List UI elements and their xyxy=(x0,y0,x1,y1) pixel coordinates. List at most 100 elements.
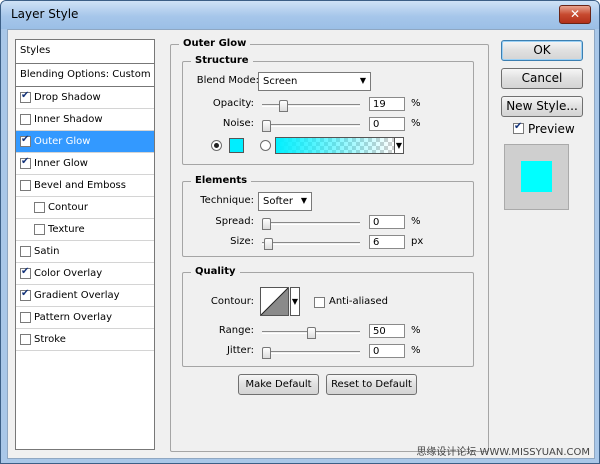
style-item-label: Texture xyxy=(48,224,85,235)
style-item[interactable]: Contour xyxy=(16,197,154,219)
jitter-slider[interactable] xyxy=(262,347,360,359)
styles-header-label: Styles xyxy=(20,45,51,56)
style-item-checkbox[interactable] xyxy=(20,180,31,191)
style-item-checkbox[interactable] xyxy=(20,334,31,345)
style-item-checkbox[interactable] xyxy=(20,156,31,169)
size-unit: px xyxy=(411,236,424,247)
style-item-checkbox[interactable] xyxy=(20,288,31,301)
close-button[interactable]: ✕ xyxy=(559,5,591,24)
noise-field[interactable]: 0 xyxy=(369,117,405,131)
blending-options-label: Blending Options: Custom xyxy=(20,69,151,80)
contour-label: Contour: xyxy=(210,296,254,307)
chevron-down-icon: ▼ xyxy=(300,196,307,205)
style-item-checkbox[interactable] xyxy=(34,202,45,213)
chevron-down-icon: ▼ xyxy=(359,76,366,85)
style-item-label: Satin xyxy=(34,246,60,257)
style-item[interactable]: Texture xyxy=(16,219,154,241)
size-slider[interactable] xyxy=(262,238,360,250)
style-item-checkbox[interactable] xyxy=(20,266,31,279)
contour-curve-icon xyxy=(261,288,288,315)
dialog-client: Styles Blending Options: Custom Drop Sha… xyxy=(7,29,595,459)
style-item[interactable]: Inner Glow xyxy=(16,153,154,175)
style-item-checkbox[interactable] xyxy=(20,114,31,125)
opacity-slider[interactable] xyxy=(262,100,360,112)
blend-mode-value: Screen xyxy=(263,76,298,87)
size-field[interactable]: 6 xyxy=(369,235,405,249)
structure-title: Structure xyxy=(191,55,253,66)
style-item-checkbox[interactable] xyxy=(20,134,31,147)
style-item-label: Contour xyxy=(48,202,88,213)
style-item[interactable]: Inner Shadow xyxy=(16,109,154,131)
structure-group: Structure Blend Mode: Screen ▼ Opacity: … xyxy=(182,55,474,165)
jitter-label: Jitter: xyxy=(226,345,254,356)
quality-group: Quality Contour: ▼ Anti-aliased Range: 5… xyxy=(182,266,474,367)
new-style-button[interactable]: New Style... xyxy=(501,96,583,117)
gradient-radio[interactable] xyxy=(260,140,271,151)
jitter-unit: % xyxy=(411,345,421,356)
solid-color-radio[interactable] xyxy=(211,140,222,151)
style-item-label: Bevel and Emboss xyxy=(34,180,126,191)
glow-color-swatch[interactable] xyxy=(229,138,244,153)
style-item-label: Outer Glow xyxy=(34,136,91,147)
spread-unit: % xyxy=(411,216,421,227)
style-item-checkbox[interactable] xyxy=(20,312,31,323)
technique-value: Softer xyxy=(263,196,293,207)
contour-dropdown-button[interactable]: ▼ xyxy=(290,287,300,316)
style-item[interactable]: Satin xyxy=(16,241,154,263)
spread-slider[interactable] xyxy=(262,218,360,230)
style-item-label: Drop Shadow xyxy=(34,92,101,103)
spread-slider-thumb[interactable] xyxy=(262,218,271,230)
spread-field[interactable]: 0 xyxy=(369,215,405,229)
size-label: Size: xyxy=(230,236,254,247)
elements-group: Elements Technique: Softer ▼ Spread: 0 %… xyxy=(182,175,474,257)
size-slider-thumb[interactable] xyxy=(264,238,273,250)
jitter-field[interactable]: 0 xyxy=(369,344,405,358)
opacity-slider-thumb[interactable] xyxy=(279,100,288,112)
ok-button[interactable]: OK xyxy=(501,40,583,61)
jitter-slider-thumb[interactable] xyxy=(262,347,271,359)
style-item[interactable]: Stroke xyxy=(16,329,154,351)
quality-title: Quality xyxy=(191,266,240,277)
style-item-label: Inner Glow xyxy=(34,158,88,169)
blend-mode-select[interactable]: Screen ▼ xyxy=(258,72,371,91)
noise-slider[interactable] xyxy=(262,120,360,132)
style-item[interactable]: Bevel and Emboss xyxy=(16,175,154,197)
style-item-checkbox[interactable] xyxy=(20,246,31,257)
contour-picker[interactable] xyxy=(260,287,289,316)
style-item[interactable]: Gradient Overlay xyxy=(16,285,154,307)
anti-aliased-checkbox[interactable] xyxy=(314,297,325,308)
glow-gradient-picker[interactable] xyxy=(275,137,395,154)
opacity-unit: % xyxy=(411,98,421,109)
style-item[interactable]: Color Overlay xyxy=(16,263,154,285)
chevron-down-icon: ▼ xyxy=(395,141,403,150)
opacity-field[interactable]: 19 xyxy=(369,97,405,111)
blending-options-item[interactable]: Blending Options: Custom xyxy=(16,64,154,87)
noise-unit: % xyxy=(411,118,421,129)
range-label: Range: xyxy=(218,325,254,336)
technique-select[interactable]: Softer ▼ xyxy=(258,192,312,211)
gradient-dropdown-button[interactable]: ▼ xyxy=(394,137,404,154)
style-item[interactable]: Pattern Overlay xyxy=(16,307,154,329)
reset-to-default-button[interactable]: Reset to Default xyxy=(326,374,417,395)
range-field[interactable]: 50 xyxy=(369,324,405,338)
range-slider[interactable] xyxy=(262,327,360,339)
style-item-label: Gradient Overlay xyxy=(34,290,120,301)
cancel-button[interactable]: Cancel xyxy=(501,68,583,89)
close-icon: ✕ xyxy=(569,7,581,21)
style-item-checkbox[interactable] xyxy=(34,224,45,235)
make-default-button[interactable]: Make Default xyxy=(238,374,319,395)
preview-swatch xyxy=(521,161,552,192)
anti-aliased-label: Anti-aliased xyxy=(329,296,389,307)
styles-list: Styles Blending Options: Custom Drop Sha… xyxy=(15,39,155,450)
range-slider-thumb[interactable] xyxy=(307,327,316,339)
style-item-label: Inner Shadow xyxy=(34,114,103,125)
preview-checkbox[interactable] xyxy=(513,121,524,134)
style-item[interactable]: Outer Glow xyxy=(16,131,154,153)
noise-slider-thumb[interactable] xyxy=(262,120,271,132)
range-unit: % xyxy=(411,325,421,336)
title-bar[interactable]: Layer Style ✕ xyxy=(1,1,599,29)
styles-header[interactable]: Styles xyxy=(16,40,154,64)
outer-glow-title: Outer Glow xyxy=(179,38,251,49)
style-item-checkbox[interactable] xyxy=(20,90,31,103)
style-item[interactable]: Drop Shadow xyxy=(16,87,154,109)
